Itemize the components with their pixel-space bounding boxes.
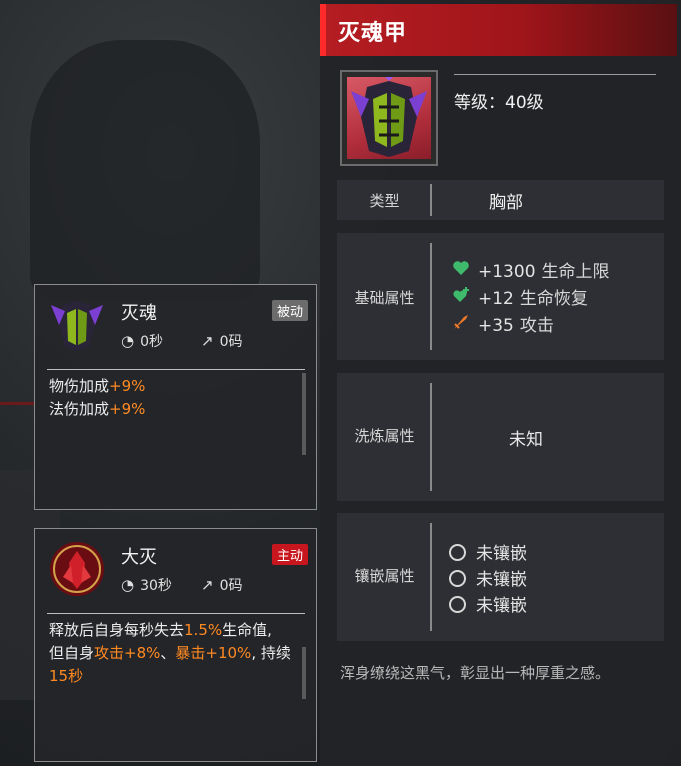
item-title: 灭魂甲 <box>338 21 408 46</box>
attr-name: 生命上限 <box>541 262 610 282</box>
socket-attributes-row: 镶嵌属性 未镶嵌 未镶嵌 未镶嵌 <box>337 513 664 641</box>
type-row: 类型 胸部 <box>337 180 664 220</box>
empty-socket-icon <box>449 570 466 587</box>
desc-highlight: +9% <box>109 377 146 395</box>
socket-slot-2[interactable]: 未镶嵌 <box>449 565 527 590</box>
desc-text: 、 <box>160 644 176 662</box>
attr-name: 攻击 <box>519 316 554 336</box>
socket-label: 未镶嵌 <box>476 544 527 564</box>
armor-icon[interactable] <box>340 70 438 166</box>
item-flavor-text: 浑身缭绕这黑气，彰显出一种厚重之感。 <box>340 664 611 682</box>
row-divider <box>430 243 432 350</box>
desc-highlight: +9% <box>109 400 146 418</box>
range-arrow-icon: ↗ <box>201 576 214 594</box>
refine-attributes-row: 洗炼属性 未知 <box>337 373 664 501</box>
basic-attributes-row: 基础属性 +1300 生命上限 +12 生命恢复 +35 攻击 <box>337 233 664 360</box>
cooldown-stat: ◔ 0秒 <box>121 331 163 351</box>
desc-highlight: 暴击+10% <box>175 644 252 662</box>
active-skill-crimson-icon[interactable] <box>49 541 105 597</box>
background-figure <box>30 40 260 300</box>
active-skill-card: 大灭 主动 ◔ 30秒 ↗ 0码 释放后自身每秒失去1.5%生命值, 但自身攻击+8… <box>34 528 317 762</box>
desc-text: 法伤加成 <box>49 400 110 418</box>
empty-socket-icon <box>449 544 466 561</box>
attr-value: +1300 <box>478 262 536 282</box>
cooldown-icon: ◔ <box>121 576 135 594</box>
active-skill-name: 大灭 <box>121 547 157 568</box>
row-divider <box>430 383 432 491</box>
refine-value: 未知 <box>509 430 543 450</box>
card-separator <box>47 369 305 370</box>
passive-skill-name: 灭魂 <box>121 303 157 324</box>
attr-health-regen: +12 生命恢复 <box>452 284 588 309</box>
desc-highlight: 1.5% <box>184 621 223 639</box>
scrollbar[interactable] <box>302 647 306 699</box>
empty-socket-icon <box>449 596 466 613</box>
sword-icon <box>454 315 468 329</box>
desc-highlight: 15秒 <box>49 667 84 685</box>
range-arrow-icon: ↗ <box>201 332 214 350</box>
range-value: 0码 <box>219 578 243 594</box>
desc-text: 物伤加成 <box>49 377 110 395</box>
row-divider <box>430 184 432 216</box>
desc-text: 释放后自身每秒失去 <box>49 621 185 639</box>
attr-health-max: +1300 生命上限 <box>452 257 610 282</box>
row-divider <box>430 523 432 631</box>
cooldown-icon: ◔ <box>121 332 135 350</box>
heart-icon <box>453 261 469 275</box>
desc-text: , 持续 <box>251 644 291 662</box>
socket-label: 未镶嵌 <box>476 596 527 616</box>
socket-label: 未镶嵌 <box>476 570 527 590</box>
socket-slot-3[interactable]: 未镶嵌 <box>449 591 527 616</box>
desc-text: 但自身 <box>49 644 95 662</box>
scrollbar[interactable] <box>302 373 306 455</box>
desc-text: 生命值, <box>222 621 272 639</box>
socket-attributes-label: 镶嵌属性 <box>354 567 415 585</box>
range-stat: ↗ 0码 <box>201 331 243 351</box>
attr-value: +35 <box>478 316 514 336</box>
attr-name: 生命恢复 <box>519 289 588 309</box>
type-value: 胸部 <box>489 193 523 213</box>
basic-attributes-label: 基础属性 <box>354 289 415 307</box>
cooldown-stat: ◔ 30秒 <box>121 575 172 595</box>
active-badge: 主动 <box>271 544 308 565</box>
cooldown-value: 30秒 <box>140 578 172 594</box>
item-level: 等级：40级 <box>454 93 544 113</box>
passive-skill-armor-icon[interactable] <box>49 297 105 353</box>
attr-value: +12 <box>478 289 514 309</box>
level-divider <box>454 74 656 75</box>
refine-attributes-label: 洗炼属性 <box>354 427 415 445</box>
active-skill-description: 释放后自身每秒失去1.5%生命值, 但自身攻击+8%、暴击+10%, 持续 15… <box>49 619 311 688</box>
passive-skill-card: 灭魂 被动 ◔ 0秒 ↗ 0码 物伤加成+9% 法伤加成+9% <box>34 284 317 510</box>
passive-skill-description: 物伤加成+9% 法伤加成+9% <box>49 375 145 421</box>
background-red-line <box>0 402 36 405</box>
desc-highlight: 攻击+8% <box>94 644 161 662</box>
type-label: 类型 <box>369 192 400 210</box>
attr-attack: +35 攻击 <box>452 311 554 336</box>
cooldown-value: 0秒 <box>140 334 164 350</box>
item-detail-panel: 灭魂甲 等级：40级 类型 胸部 基础属性 +1300 生命上限 +12 生命恢… <box>320 0 681 766</box>
passive-badge: 被动 <box>271 300 308 321</box>
item-title-bar: 灭魂甲 <box>320 4 677 56</box>
range-stat: ↗ 0码 <box>201 575 243 595</box>
heart-plus-icon <box>453 287 469 302</box>
range-value: 0码 <box>219 334 243 350</box>
card-separator <box>47 613 305 614</box>
socket-slot-1[interactable]: 未镶嵌 <box>449 539 527 564</box>
